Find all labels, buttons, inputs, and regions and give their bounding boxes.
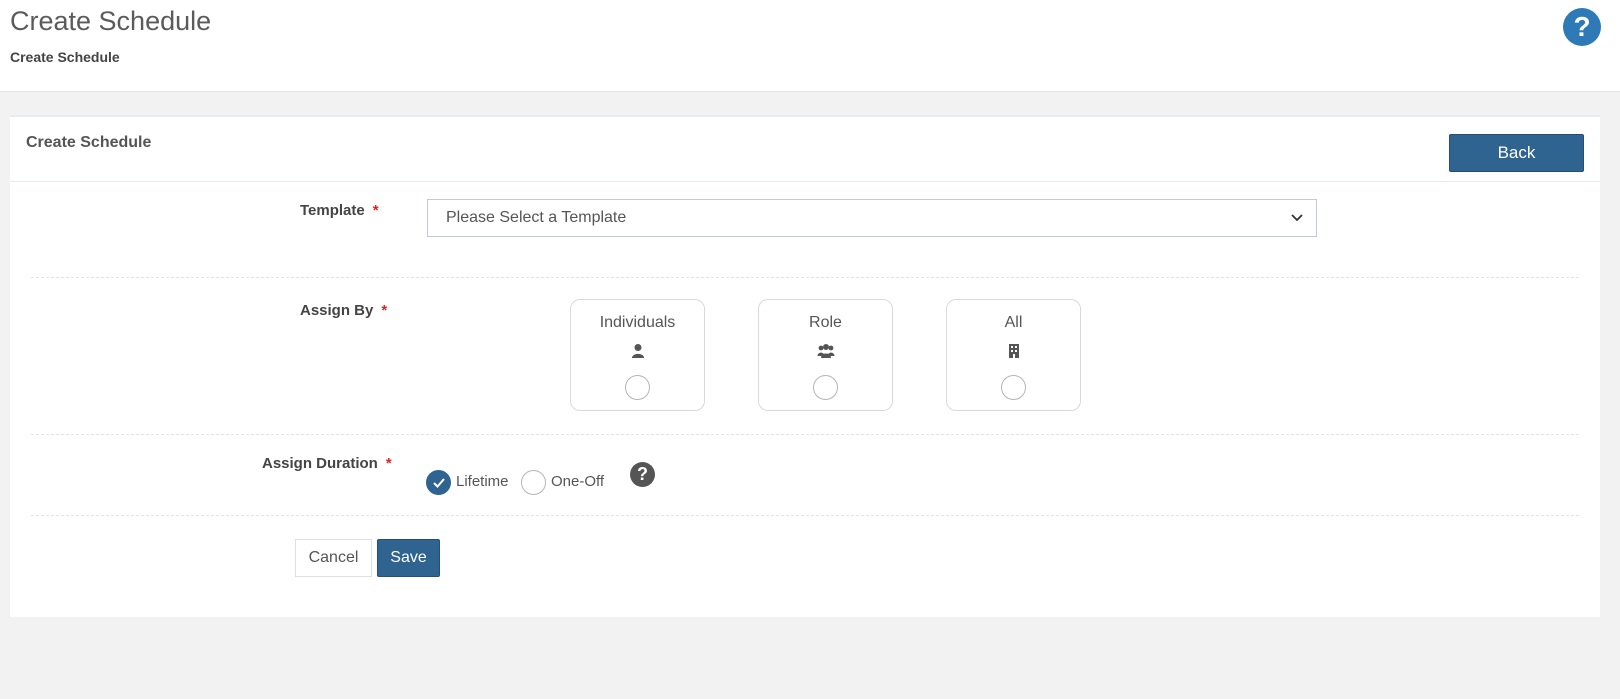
template-select[interactable]: Please Select a Template bbox=[427, 199, 1317, 237]
lifetime-radio[interactable] bbox=[426, 470, 451, 495]
assign-duration-label-text: Assign Duration bbox=[262, 455, 378, 472]
building-icon bbox=[1008, 344, 1019, 358]
required-mark: * bbox=[385, 455, 392, 472]
panel-header: Create Schedule Back bbox=[10, 117, 1600, 182]
check-icon bbox=[433, 478, 445, 488]
template-label-text: Template bbox=[300, 202, 365, 219]
cancel-button[interactable]: Cancel bbox=[295, 539, 372, 577]
assign-option-radio[interactable] bbox=[1001, 375, 1026, 400]
assign-option-label: Individuals bbox=[599, 314, 676, 331]
panel-title: Create Schedule bbox=[26, 134, 152, 151]
one-off-label[interactable]: One-Off bbox=[551, 473, 604, 490]
assign-option-individuals[interactable]: Individuals bbox=[570, 299, 705, 411]
template-select-value: Please Select a Template bbox=[446, 209, 627, 226]
one-off-radio[interactable] bbox=[521, 470, 546, 495]
lifetime-label[interactable]: Lifetime bbox=[456, 473, 509, 490]
assign-option-label: All bbox=[1004, 314, 1023, 331]
assign-option-label: Role bbox=[809, 314, 842, 331]
template-label: Template * bbox=[300, 202, 379, 219]
assign-option-radio[interactable] bbox=[813, 375, 838, 400]
question-circle-icon[interactable]: ? bbox=[630, 462, 655, 487]
schedule-panel: Create Schedule Back Template * Please Se… bbox=[10, 115, 1600, 617]
question-circle-icon[interactable]: ? bbox=[1563, 8, 1601, 46]
users-icon bbox=[817, 344, 834, 358]
assign-duration-label: Assign Duration * bbox=[262, 455, 392, 472]
divider bbox=[31, 277, 1579, 278]
assign-option-role[interactable]: Role bbox=[758, 299, 893, 411]
assign-option-radio[interactable] bbox=[625, 375, 650, 400]
back-button[interactable]: Back bbox=[1449, 134, 1584, 172]
assign-by-label-text: Assign By bbox=[300, 302, 374, 319]
required-mark: * bbox=[372, 202, 379, 219]
divider bbox=[31, 515, 1579, 516]
breadcrumb: Create Schedule bbox=[10, 49, 120, 65]
page-title: Create Schedule bbox=[10, 6, 212, 36]
page-header: Create Schedule Create Schedule ? bbox=[0, 0, 1620, 92]
required-mark: * bbox=[381, 302, 388, 319]
divider bbox=[31, 434, 1579, 435]
user-icon bbox=[631, 344, 644, 358]
chevron-down-icon bbox=[1291, 214, 1303, 222]
assign-option-all[interactable]: All bbox=[946, 299, 1081, 411]
save-button[interactable]: Save bbox=[377, 539, 440, 577]
assign-by-label: Assign By * bbox=[300, 302, 387, 319]
